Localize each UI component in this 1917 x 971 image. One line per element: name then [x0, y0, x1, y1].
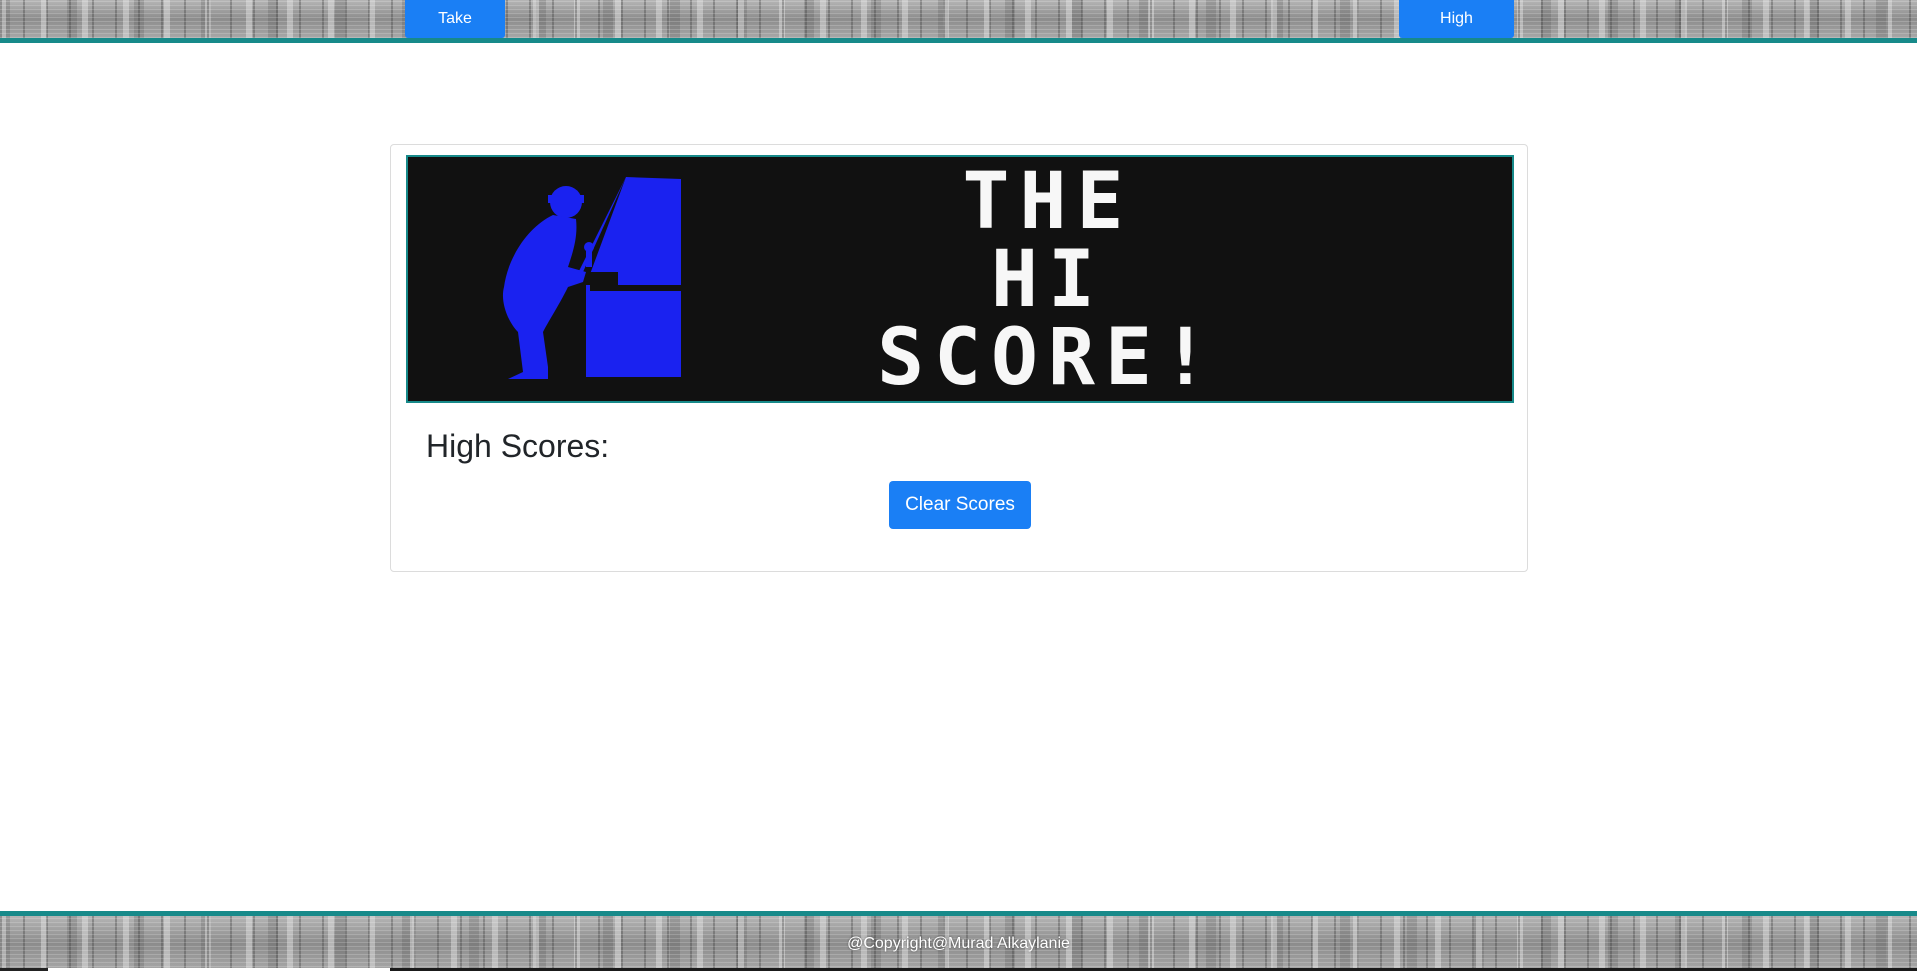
high-scores-card: THE HI SCORE! High Scores: Clear Scores	[390, 144, 1528, 572]
banner-line-the: THE	[962, 157, 1134, 247]
clear-scores-button[interactable]: Clear Scores	[889, 481, 1031, 529]
banner-line-score: SCORE!	[877, 313, 1219, 403]
high-scores-heading: High Scores:	[426, 428, 610, 464]
footer: @Copyright@Murad Alkaylanie	[0, 911, 1917, 971]
top-nav-bar: Take Quiz High Scores	[0, 0, 1917, 65]
banner-line-hi: HI	[991, 235, 1105, 325]
take-quiz-button[interactable]: Take Quiz	[405, 0, 505, 65]
high-scores-button[interactable]: High Scores	[1399, 0, 1514, 65]
hi-score-banner-image: THE HI SCORE!	[406, 155, 1514, 403]
copyright-text: @Copyright@Murad Alkaylanie	[847, 935, 1070, 952]
